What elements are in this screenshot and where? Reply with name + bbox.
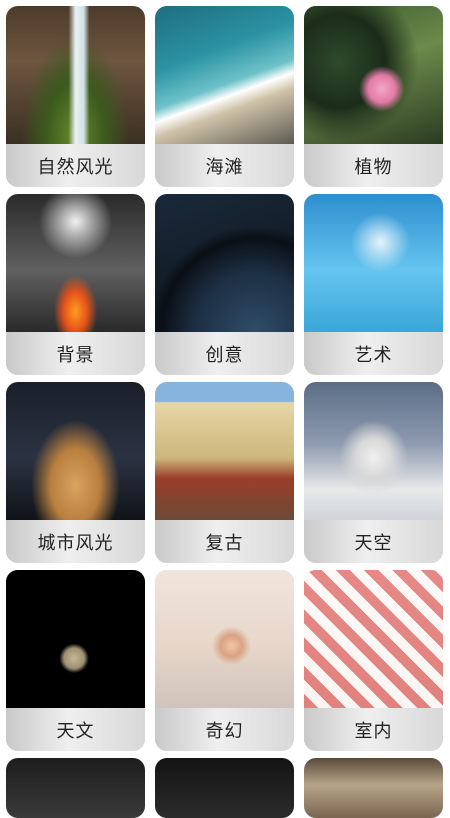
tile-image: [155, 758, 294, 818]
category-label: 复古: [205, 532, 244, 554]
category-tile-partial-3[interactable]: [304, 758, 443, 818]
category-label: 天文: [56, 720, 95, 742]
palm-sky-image: [304, 194, 443, 332]
category-tile-fantasy[interactable]: 奇幻: [155, 570, 294, 751]
category-grid: 自然风光 海滩 植物 背景 创意 艺术 城市风光 复古 天空 天文 奇幻 室内: [0, 0, 450, 818]
planet-image: [155, 194, 294, 332]
category-label-bar: 自然风光: [6, 144, 145, 187]
category-label: 创意: [205, 344, 244, 366]
category-label-bar: 天空: [304, 520, 443, 563]
category-label: 背景: [56, 344, 95, 366]
category-label-bar: 创意: [155, 332, 294, 375]
category-label: 奇幻: [205, 720, 244, 742]
category-tile-partial-1[interactable]: [6, 758, 145, 818]
category-tile-plants[interactable]: 植物: [304, 6, 443, 187]
category-label-bar: 天文: [6, 708, 145, 751]
vintage-building-image: [155, 382, 294, 520]
category-tile-creative[interactable]: 创意: [155, 194, 294, 375]
category-label-bar: 背景: [6, 332, 145, 375]
category-label-bar: 城市风光: [6, 520, 145, 563]
category-label: 天空: [354, 532, 393, 554]
category-label-bar: 奇幻: [155, 708, 294, 751]
category-label: 城市风光: [37, 532, 114, 554]
category-tile-cityscape[interactable]: 城市风光: [6, 382, 145, 563]
splash-image: [6, 194, 145, 332]
category-label: 艺术: [354, 344, 393, 366]
beach-image: [155, 6, 294, 144]
category-label-bar: 植物: [304, 144, 443, 187]
category-label: 海滩: [205, 156, 244, 178]
category-tile-art[interactable]: 艺术: [304, 194, 443, 375]
category-tile-sky[interactable]: 天空: [304, 382, 443, 563]
category-tile-indoor[interactable]: 室内: [304, 570, 443, 751]
category-tile-vintage[interactable]: 复古: [155, 382, 294, 563]
tablecloth-image: [304, 570, 443, 708]
category-label: 自然风光: [37, 156, 114, 178]
category-label-bar: 室内: [304, 708, 443, 751]
tile-image: [6, 758, 145, 818]
category-label: 植物: [354, 156, 393, 178]
tile-image: [304, 758, 443, 818]
waterfall-image: [6, 6, 145, 144]
category-label-bar: 艺术: [304, 332, 443, 375]
mosque-sky-image: [304, 382, 443, 520]
category-tile-background[interactable]: 背景: [6, 194, 145, 375]
category-tile-partial-2[interactable]: [155, 758, 294, 818]
category-label-bar: 海滩: [155, 144, 294, 187]
moon-image: [6, 570, 145, 708]
tower-image: [6, 382, 145, 520]
girl-drawing-image: [155, 570, 294, 708]
flowers-image: [304, 6, 443, 144]
category-label-bar: 复古: [155, 520, 294, 563]
category-tile-nature[interactable]: 自然风光: [6, 6, 145, 187]
category-tile-astronomy[interactable]: 天文: [6, 570, 145, 751]
category-label: 室内: [354, 720, 393, 742]
category-tile-beach[interactable]: 海滩: [155, 6, 294, 187]
